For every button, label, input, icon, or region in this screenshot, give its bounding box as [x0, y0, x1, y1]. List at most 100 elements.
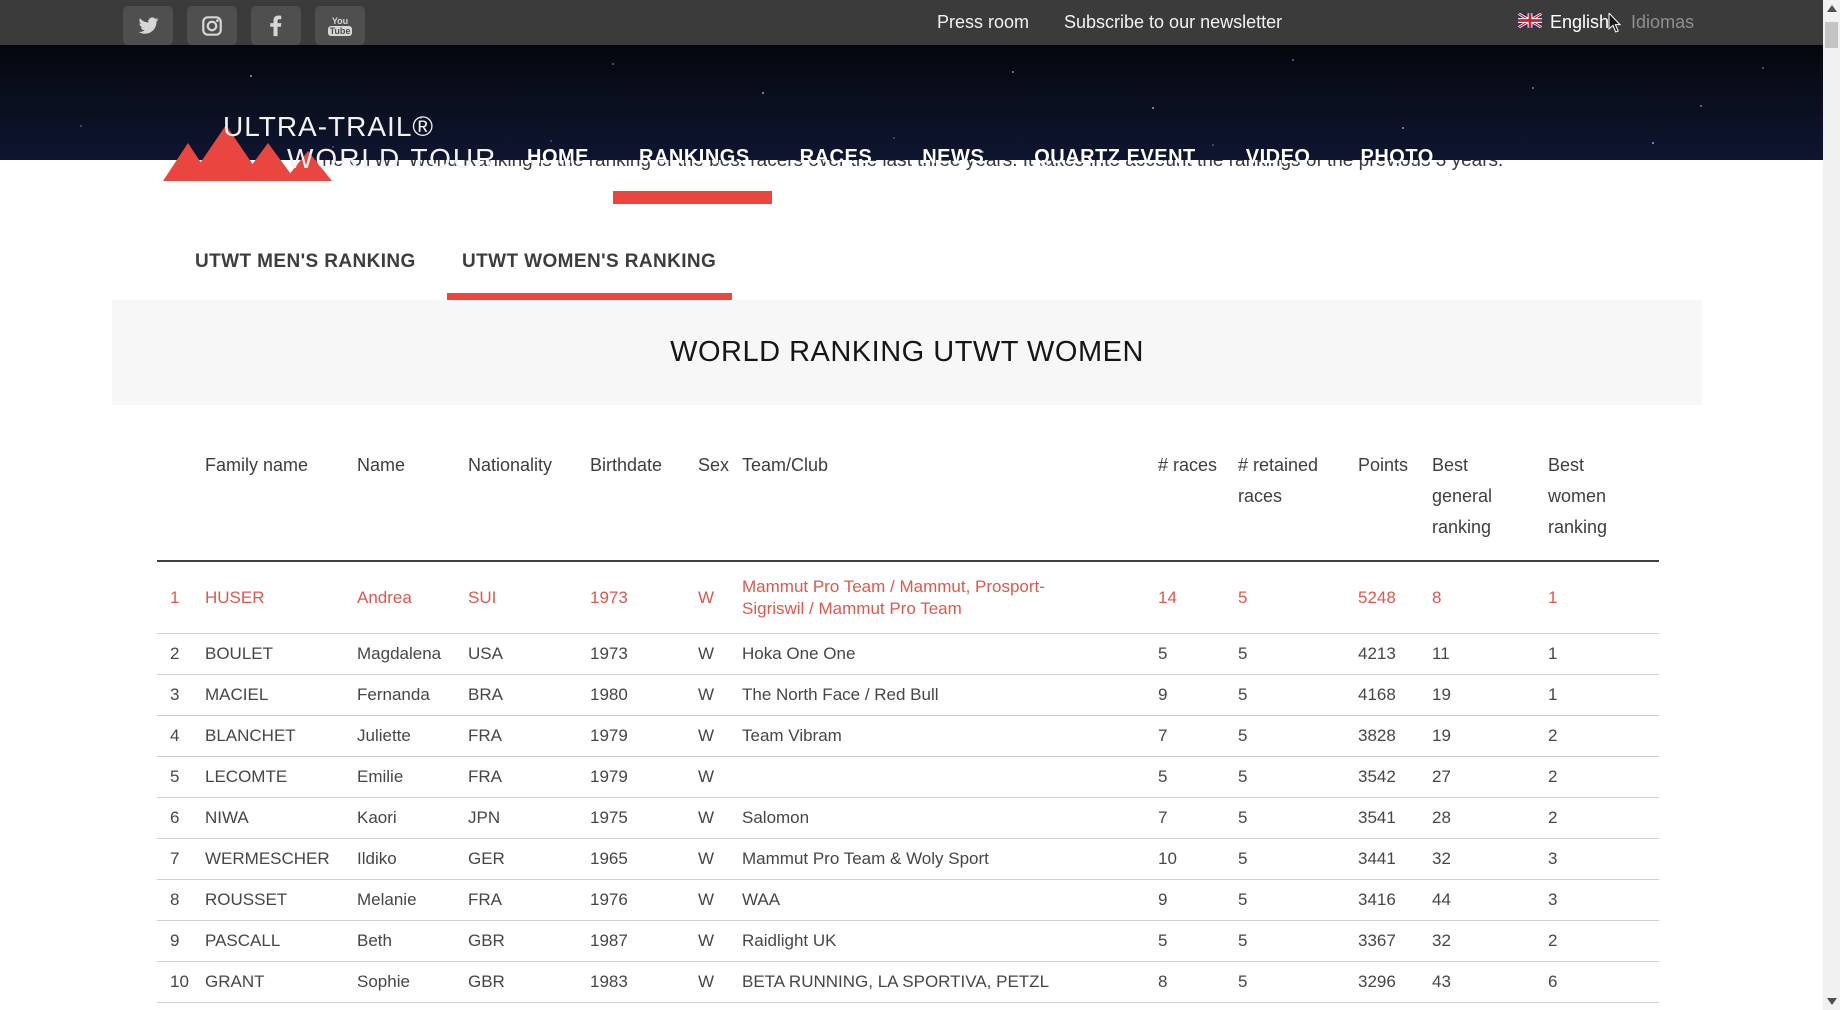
starfield-decoration [0, 45, 2, 47]
ranking-table: Family name Name Nationality Birthdate S… [157, 440, 1659, 1003]
cell-team: The North Face / Red Bull [742, 675, 1158, 716]
cell-family: BOULET [205, 634, 357, 675]
table-row[interactable]: 4BLANCHETJulietteFRA1979WTeam Vibram7538… [157, 716, 1659, 757]
language-current[interactable]: English [1550, 12, 1609, 33]
cell-team: Raidlight UK [742, 921, 1158, 962]
cell-best_general: 32 [1432, 921, 1548, 962]
nav-item-news[interactable]: NEWS [922, 146, 984, 169]
cell-best_women: 2 [1548, 757, 1659, 798]
scrollbar[interactable] [1823, 0, 1840, 1010]
mouse-cursor [1608, 13, 1623, 40]
header-sex: Sex [698, 440, 742, 561]
cell-birth: 1973 [590, 634, 698, 675]
cell-points: 4168 [1358, 675, 1432, 716]
cell-birth: 1979 [590, 716, 698, 757]
scroll-up-icon [1827, 5, 1837, 12]
nav-item-races[interactable]: RACES [800, 146, 873, 169]
cell-sex: W [698, 561, 742, 634]
cell-points: 3541 [1358, 798, 1432, 839]
social-links: You Tube [123, 6, 365, 45]
cell-nat: GBR [468, 962, 590, 1003]
cell-best_women: 1 [1548, 675, 1659, 716]
table-row[interactable]: 1HUSERAndreaSUI1973WMammut Pro Team / Ma… [157, 561, 1659, 634]
subscribe-newsletter-link[interactable]: Subscribe to our newsletter [1064, 12, 1282, 33]
topbar-newsletter-nav: Subscribe to our newsletter [1064, 0, 1282, 45]
table-row[interactable]: 3MACIELFernandaBRA1980WThe North Face / … [157, 675, 1659, 716]
nav-item-rankings[interactable]: RANKINGS [639, 146, 750, 169]
table-row[interactable]: 7WERMESCHERIldikoGER1965WMammut Pro Team… [157, 839, 1659, 880]
cell-birth: 1979 [590, 757, 698, 798]
cell-nat: FRA [468, 716, 590, 757]
cell-best_women: 2 [1548, 716, 1659, 757]
cell-best_women: 1 [1548, 561, 1659, 634]
scrollbar-thumb[interactable] [1825, 22, 1838, 48]
instagram-button[interactable] [187, 6, 237, 45]
cell-family: MACIEL [205, 675, 357, 716]
cell-rank: 2 [157, 634, 205, 675]
cell-sex: W [698, 634, 742, 675]
cell-team: Mammut Pro Team & Woly Sport [742, 839, 1158, 880]
nav-menu: HOME RANKINGS RACES NEWS QUARTZ EVENT VI… [527, 146, 1434, 169]
nav-item-quartz-event[interactable]: QUARTZ EVENT [1034, 146, 1196, 169]
youtube-icon: You Tube [328, 16, 353, 36]
facebook-icon [265, 15, 287, 37]
scrollbar-up-button[interactable] [1823, 0, 1840, 17]
scrollbar-down-button[interactable] [1823, 993, 1840, 1010]
cell-best_general: 28 [1432, 798, 1548, 839]
cell-family: BLANCHET [205, 716, 357, 757]
cell-best_women: 2 [1548, 798, 1659, 839]
youtube-button[interactable]: You Tube [315, 6, 365, 45]
table-row[interactable]: 10GRANTSophieGBR1983WBETA RUNNING, LA SP… [157, 962, 1659, 1003]
cell-races: 8 [1158, 962, 1238, 1003]
cell-points: 3828 [1358, 716, 1432, 757]
header-rank [157, 440, 205, 561]
press-room-link[interactable]: Press room [937, 12, 1029, 33]
facebook-button[interactable] [251, 6, 301, 45]
cell-best_women: 6 [1548, 962, 1659, 1003]
language-selector[interactable]: Idiomas [1631, 12, 1694, 33]
cell-family: HUSER [205, 561, 357, 634]
table-row[interactable]: 9PASCALLBethGBR1987WRaidlight UK55336732… [157, 921, 1659, 962]
twitter-button[interactable] [123, 6, 173, 45]
cell-sex: W [698, 839, 742, 880]
cell-retained: 5 [1238, 561, 1358, 634]
active-nav-underline [613, 191, 772, 204]
table-row[interactable]: 8ROUSSETMelanieFRA1976WWAA953416443 [157, 880, 1659, 921]
cell-best_women: 2 [1548, 921, 1659, 962]
table-row[interactable]: 2BOULETMagdalenaUSA1973WHoka One One5542… [157, 634, 1659, 675]
tab-womens-ranking[interactable]: UTWT WOMEN'S RANKING [462, 251, 716, 273]
instagram-icon [201, 15, 223, 37]
cell-retained: 5 [1238, 839, 1358, 880]
cell-nat: JPN [468, 798, 590, 839]
cell-nat: FRA [468, 757, 590, 798]
nav-item-home[interactable]: HOME [527, 146, 589, 169]
cell-nat: GBR [468, 921, 590, 962]
cell-nat: SUI [468, 561, 590, 634]
cell-sex: W [698, 880, 742, 921]
cell-best_general: 44 [1432, 880, 1548, 921]
table-row[interactable]: 5LECOMTEEmilieFRA1979W553542272 [157, 757, 1659, 798]
cell-best_women: 1 [1548, 634, 1659, 675]
cell-retained: 5 [1238, 675, 1358, 716]
cell-points: 3296 [1358, 962, 1432, 1003]
tab-mens-ranking[interactable]: UTWT MEN'S RANKING [195, 251, 416, 273]
cell-nat: GER [468, 839, 590, 880]
nav-item-photo[interactable]: PHOTO [1361, 146, 1434, 169]
cell-races: 9 [1158, 675, 1238, 716]
table-row[interactable]: 6NIWAKaoriJPN1975WSalomon753541282 [157, 798, 1659, 839]
cell-name: Juliette [357, 716, 468, 757]
utwt-logo[interactable]: ULTRA-TRAIL® WORLD TOUR [160, 115, 490, 181]
header-team-club: Team/Club [742, 440, 1158, 561]
cell-birth: 1987 [590, 921, 698, 962]
cell-races: 10 [1158, 839, 1238, 880]
cell-family: PASCALL [205, 921, 357, 962]
cell-rank: 7 [157, 839, 205, 880]
cell-best_general: 32 [1432, 839, 1548, 880]
cell-rank: 3 [157, 675, 205, 716]
cell-retained: 5 [1238, 880, 1358, 921]
cell-birth: 1980 [590, 675, 698, 716]
cell-retained: 5 [1238, 757, 1358, 798]
cell-birth: 1983 [590, 962, 698, 1003]
cell-retained: 5 [1238, 921, 1358, 962]
nav-item-video[interactable]: VIDEO [1246, 146, 1311, 169]
